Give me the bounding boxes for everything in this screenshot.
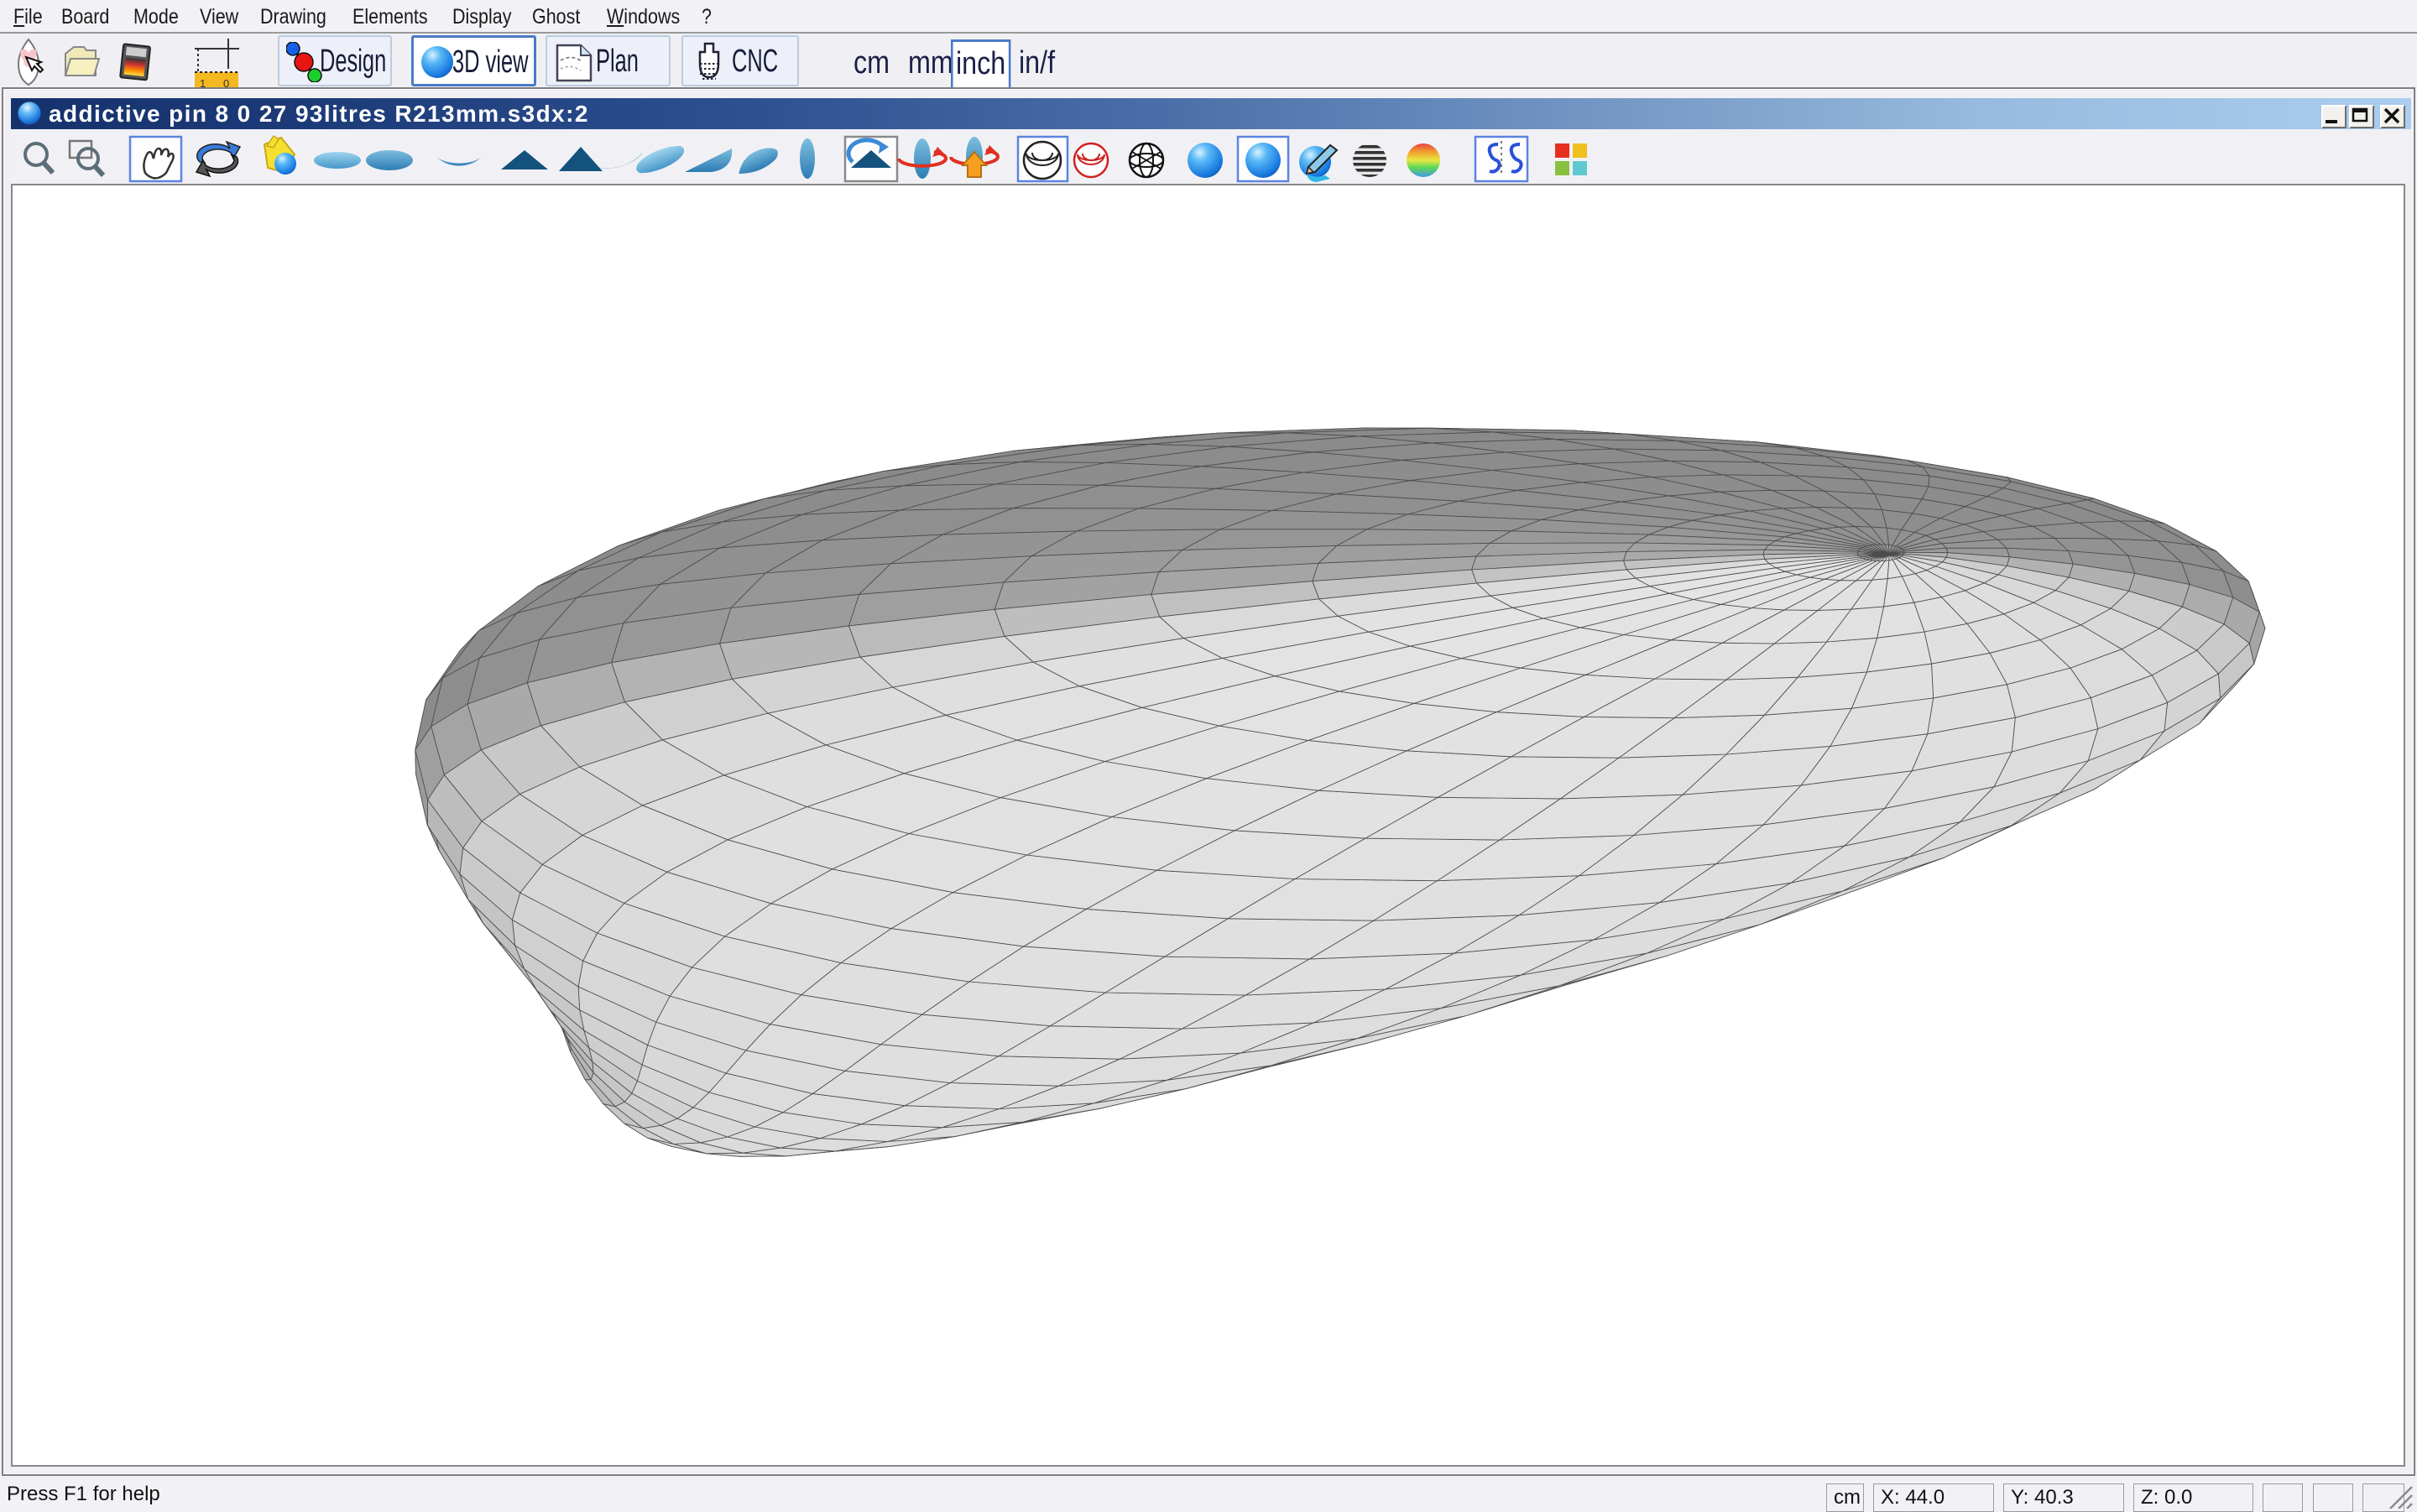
svg-text:1: 1 bbox=[200, 77, 206, 87]
svg-text:0: 0 bbox=[223, 77, 229, 87]
